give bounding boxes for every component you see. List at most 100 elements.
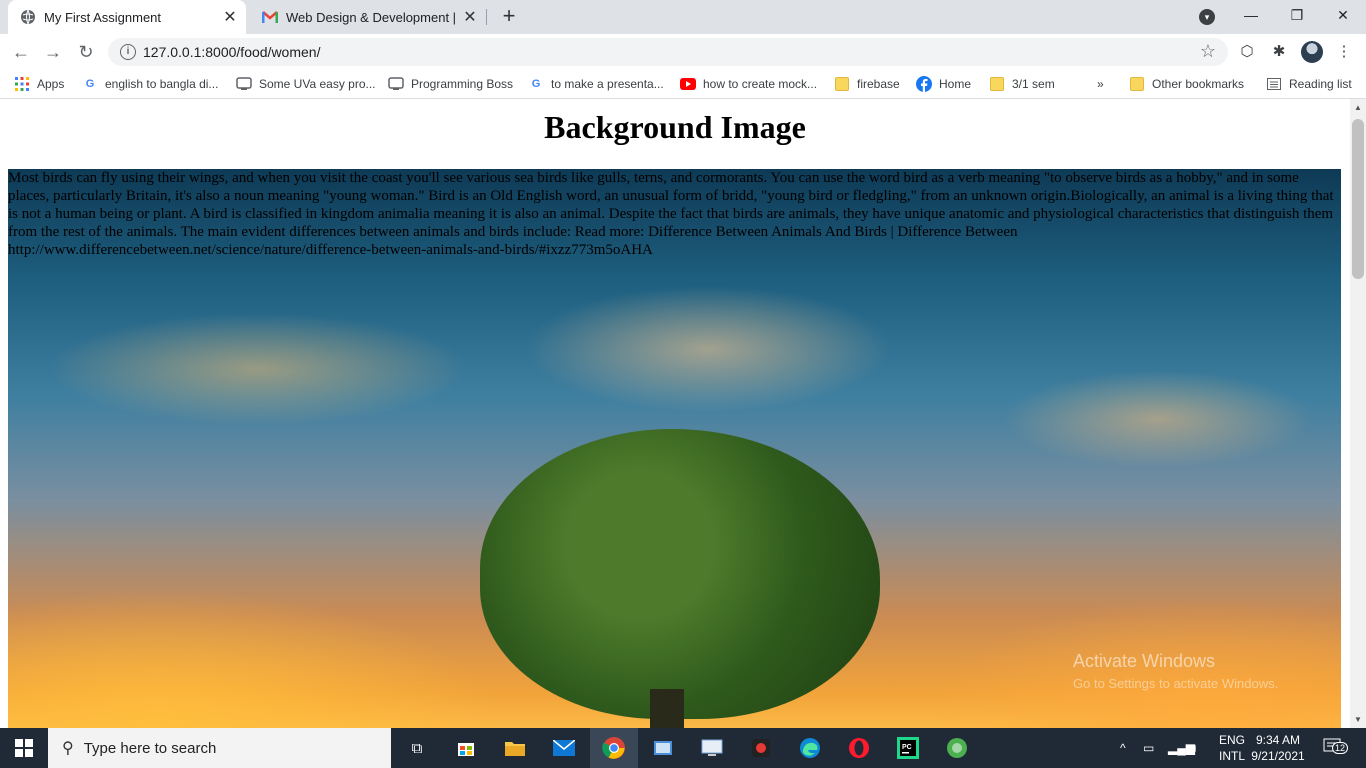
notification-badge: 12 (1331, 742, 1348, 754)
bookmark-label: firebase (857, 77, 900, 91)
bookmarks-overflow-button[interactable]: » (1097, 75, 1104, 93)
pycharm-icon[interactable]: PC (894, 734, 922, 762)
back-icon[interactable]: ← (9, 40, 33, 64)
recorder-icon[interactable] (747, 734, 775, 762)
volume-icon[interactable]: 🔈︎ (1192, 728, 1199, 768)
bookmark-label: how to create mock... (703, 77, 818, 91)
tab-title: Web Design & Development | Ba (286, 9, 460, 25)
reload-icon[interactable]: ↻ (74, 40, 98, 64)
profile-avatar[interactable] (1301, 41, 1323, 63)
bookmarks-bar: Apps G english to bangla di... Some UVa … (0, 70, 1366, 99)
clock-time: 9:34 AM (1255, 733, 1301, 747)
folder-icon (989, 76, 1005, 92)
globe-icon (20, 9, 36, 25)
bookmark-label: Other bookmarks (1152, 77, 1245, 91)
youtube-icon (680, 76, 696, 92)
clock-date: 9/21/2021 (1251, 749, 1305, 763)
bookmark-english-to-bangla[interactable]: G english to bangla di... (82, 75, 219, 93)
tree-trunk (650, 689, 684, 728)
system-clock[interactable]: 9:34 AM 9/21/2021 (1250, 732, 1306, 764)
windows-taskbar: ⚲ Type here to search ⧉ PC ^ ▭ ▂▄▆ 🔈︎ EN… (0, 728, 1366, 768)
google-icon: G (85, 78, 95, 90)
bookmark-label: 3/1 sem (1012, 77, 1055, 91)
svg-text:PC: PC (902, 744, 912, 751)
camtasia-icon[interactable] (943, 734, 971, 762)
tab-search-icon[interactable]: ▾ (1199, 9, 1215, 25)
bookmark-label: Programming Boss (411, 77, 514, 91)
search-icon: ⚲ (62, 740, 74, 757)
input-language[interactable]: ENG INTL (1216, 732, 1248, 764)
bookmark-uva[interactable]: Some UVa easy pro... (236, 75, 376, 93)
tab-my-first-assignment[interactable]: My First Assignment ✕ (8, 0, 246, 34)
gmail-icon (262, 9, 278, 25)
tab-title: My First Assignment (44, 9, 162, 25)
bookmark-programming-boss[interactable]: Programming Boss (388, 75, 513, 93)
bookmark-presentation[interactable]: G to make a presenta... (528, 75, 664, 93)
bookmark-3-1-sem[interactable]: 3/1 sem (989, 75, 1055, 93)
site-info-icon[interactable]: i (120, 44, 136, 60)
search-placeholder: Type here to search (83, 739, 217, 757)
close-tab-icon[interactable]: ✕ (220, 7, 240, 27)
keyboard-layout: INTL (1218, 749, 1245, 763)
vertical-scrollbar[interactable]: ▲ ▼ (1350, 99, 1366, 728)
reading-list-icon (1266, 76, 1282, 92)
tab-web-design[interactable]: Web Design & Development | Ba ✕ (250, 0, 486, 34)
activate-windows-title: Activate Windows (1073, 651, 1216, 671)
store-icon[interactable] (452, 734, 480, 762)
battery-icon[interactable]: ▭ (1143, 728, 1154, 768)
app-icon[interactable] (649, 734, 677, 762)
reading-list[interactable]: Reading list (1266, 75, 1352, 93)
wifi-icon[interactable]: ▂▄▆ (1168, 728, 1195, 768)
overflow-chevron-icon: » (1097, 77, 1104, 91)
windows-logo-icon (15, 739, 33, 757)
edge-icon[interactable] (796, 734, 824, 762)
other-bookmarks[interactable]: Other bookmarks (1129, 75, 1244, 93)
start-button[interactable] (0, 728, 48, 768)
mail-icon[interactable] (550, 734, 578, 762)
browser-toolbar: ← → ↻ i 127.0.0.1:8000/food/women/ ☆ ⬡ ✱… (0, 34, 1366, 70)
page-viewport: Background Image Most birds can fly usin… (0, 99, 1350, 728)
close-window-icon[interactable]: ✕ (1320, 0, 1366, 30)
apps-grid-icon (14, 76, 30, 92)
remote-desktop-icon[interactable] (698, 734, 726, 762)
folder-icon (834, 76, 850, 92)
minimize-icon[interactable]: — (1228, 0, 1274, 30)
restore-icon[interactable]: ❐ (1274, 0, 1320, 30)
url-text: 127.0.0.1:8000/food/women/ (143, 44, 321, 60)
close-tab-icon[interactable]: ✕ (460, 7, 480, 27)
bookmark-home[interactable]: Home (916, 75, 971, 93)
new-tab-button[interactable]: + (498, 5, 520, 28)
chrome-icon[interactable] (590, 728, 638, 768)
bookmark-label: Some UVa easy pro... (259, 77, 376, 91)
bookmark-label: Reading list (1289, 77, 1352, 91)
show-hidden-icons[interactable]: ^ (1120, 728, 1126, 768)
taskbar-search[interactable]: ⚲ Type here to search (48, 728, 391, 768)
scroll-up-icon[interactable]: ▲ (1354, 103, 1362, 112)
forward-icon[interactable]: → (41, 40, 65, 64)
folder-icon (1129, 76, 1145, 92)
menu-kebab-icon[interactable]: ⋮ (1334, 42, 1354, 62)
file-explorer-icon[interactable] (501, 734, 529, 762)
extensions-puzzle-icon[interactable]: ✱ (1269, 42, 1289, 62)
language-code: ENG (1218, 733, 1245, 747)
scroll-thumb[interactable] (1352, 119, 1364, 279)
extension-cube-icon[interactable]: ⬡ (1237, 42, 1257, 62)
activate-windows-subtitle: Go to Settings to activate Windows. (1073, 676, 1279, 691)
facebook-icon (916, 76, 932, 92)
notification-center-icon[interactable]: 12 (1322, 738, 1348, 756)
tab-strip: My First Assignment ✕ Web Design & Devel… (0, 0, 1366, 34)
bookmark-label: to make a presenta... (551, 77, 664, 91)
bookmark-label: Home (939, 77, 972, 91)
scroll-down-icon[interactable]: ▼ (1354, 715, 1362, 724)
bookmark-mock[interactable]: how to create mock... (680, 75, 817, 93)
bookmark-label: english to bangla di... (105, 77, 219, 91)
page-title: Background Image (544, 109, 806, 145)
bookmark-star-icon[interactable]: ☆ (1200, 41, 1216, 62)
bookmark-firebase[interactable]: firebase (834, 75, 900, 93)
body-paragraph: Most birds can fly using their wings, an… (8, 170, 1334, 258)
address-bar[interactable]: i 127.0.0.1:8000/food/women/ ☆ (108, 38, 1228, 66)
bookmark-apps[interactable]: Apps (14, 75, 64, 93)
task-view-icon[interactable]: ⧉ (403, 734, 431, 762)
opera-icon[interactable] (845, 734, 873, 762)
bookmark-label: Apps (37, 77, 65, 91)
